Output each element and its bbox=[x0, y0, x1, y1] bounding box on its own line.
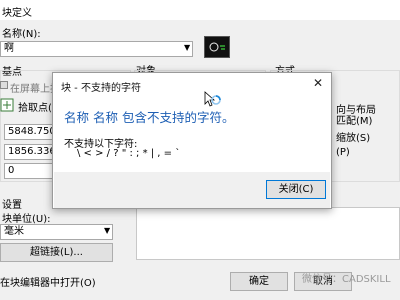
on-screen-checkbox[interactable] bbox=[0, 81, 8, 89]
description-textarea[interactable] bbox=[136, 207, 400, 260]
unit-value: 毫米 bbox=[4, 226, 24, 237]
block-preview-icon bbox=[209, 42, 225, 52]
open-in-editor-label[interactable]: 在块编辑器中打开(O) bbox=[0, 274, 96, 289]
unit-label: 块单位(U): bbox=[2, 214, 51, 225]
busy-cursor-icon bbox=[202, 90, 224, 112]
dialog-close-button[interactable]: 关闭(C) bbox=[266, 180, 326, 199]
block-preview bbox=[204, 36, 230, 58]
name-value: 啊 bbox=[4, 43, 14, 54]
pick-point-icon[interactable] bbox=[0, 98, 14, 112]
dialog-title: 块 - 不支持的字符 bbox=[61, 83, 141, 94]
unsupported-characters-list: \ < > / ? " : ; * | , = ` bbox=[77, 148, 181, 159]
unsupported-characters-dialog: 块 - 不支持的字符 ✕ 名称 名称 包含不支持的字符。 不支持以下字符: \ … bbox=[52, 72, 332, 209]
unit-combobox[interactable]: 毫米 bbox=[0, 224, 113, 240]
window-titlebar bbox=[0, 0, 400, 20]
annotative-layout-label-2: 匹配(M) bbox=[336, 116, 373, 127]
name-combobox[interactable]: 啊 bbox=[0, 41, 193, 57]
window-title: 块定义 bbox=[2, 8, 32, 19]
x-field[interactable]: 5848.7503 bbox=[4, 124, 56, 140]
scale-uniformly-label: 缩放(S) bbox=[336, 133, 371, 144]
allow-explode-label: (P) bbox=[336, 147, 350, 158]
close-icon[interactable]: ✕ bbox=[309, 75, 327, 91]
hyperlink-button[interactable]: 超链接(L)... bbox=[0, 243, 113, 262]
chevron-down-icon[interactable]: ▼ bbox=[184, 43, 190, 52]
chevron-down-icon[interactable]: ▼ bbox=[104, 226, 110, 235]
z-field[interactable]: 0 bbox=[4, 163, 56, 179]
ok-button[interactable]: 确定 bbox=[230, 272, 288, 291]
settings-section: 设置 bbox=[2, 200, 22, 211]
y-field[interactable]: 1856.3362 bbox=[4, 144, 56, 160]
name-label: 名称(N): bbox=[2, 29, 41, 40]
wechat-watermark: 微信号：CADSKILL bbox=[302, 274, 391, 285]
